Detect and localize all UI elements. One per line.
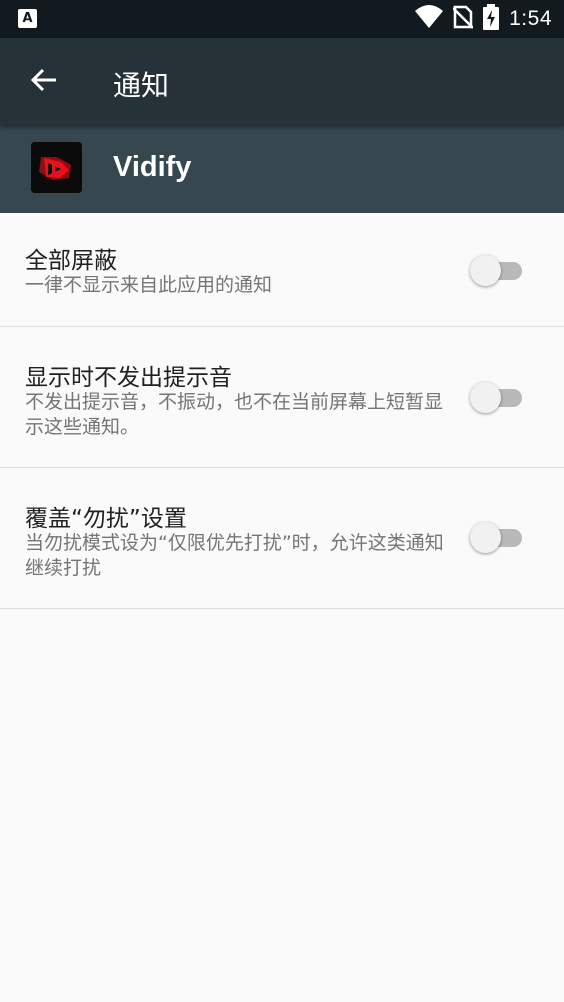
back-button[interactable] [22,60,66,104]
settings-list: 全部屏蔽 一律不显示来自此应用的通知 显示时不发出提示音 不发出提示音，不振动，… [0,213,564,609]
wifi-icon [415,5,444,33]
battery-charging-icon [483,4,500,34]
setting-block-all[interactable]: 全部屏蔽 一律不显示来自此应用的通知 [0,213,564,327]
setting-title: 全部屏蔽 [25,248,117,274]
no-sim-icon [452,5,475,33]
a-letter-icon: A [18,9,37,28]
setting-summary: 不发出提示音，不振动，也不在当前屏幕上短暂显示这些通知。 [25,391,444,438]
setting-summary: 一律不显示来自此应用的通知 [25,274,273,296]
page-title: 通知 [113,69,170,102]
status-bar: A 1:54 [0,0,564,38]
switch-thumb [470,255,501,286]
switch-thumb [470,522,501,553]
status-time: 1:54 [509,7,552,30]
app-name: Vidify [113,151,192,183]
app-bar: 通知 [0,38,564,126]
setting-override-dnd[interactable]: 覆盖“勿扰”设置 当勿扰模式设为“仅限优先打扰”时，允许这类通知继续打扰 [0,468,564,609]
switch-thumb [470,382,501,413]
setting-title: 覆盖“勿扰”设置 [25,506,187,532]
setting-title: 显示时不发出提示音 [25,365,232,391]
status-icons: 1:54 [415,4,552,34]
silent-toggle[interactable] [470,380,526,414]
setting-summary: 当勿扰模式设为“仅限优先打扰”时，允许这类通知继续打扰 [25,532,444,579]
setting-silent[interactable]: 显示时不发出提示音 不发出提示音，不振动，也不在当前屏幕上短暂显示这些通知。 [0,327,564,468]
block-all-toggle[interactable] [470,253,526,287]
override-dnd-toggle[interactable] [470,520,526,554]
notification-letter: A [22,11,33,26]
arrow-left-icon [30,68,57,96]
vidify-logo-icon [31,142,82,193]
app-header: Vidify [0,126,564,213]
